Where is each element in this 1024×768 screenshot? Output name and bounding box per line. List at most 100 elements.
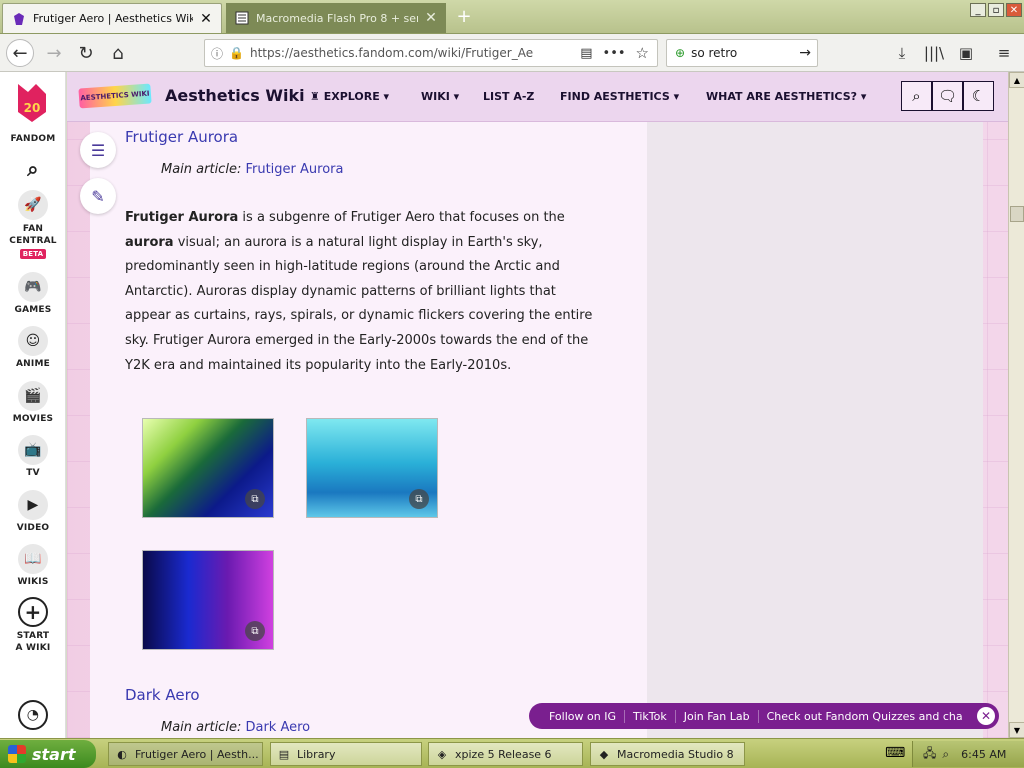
clock[interactable]: 6:45 AM (961, 748, 1006, 761)
close-promo-button[interactable]: ✕ (977, 707, 995, 725)
browser-icon: ◐ (117, 747, 127, 761)
scroll-thumb[interactable] (1010, 206, 1024, 222)
tab-frutiger-aero[interactable]: Frutiger Aero | Aesthetics Wiki | F ✕ (2, 3, 222, 33)
sidebar-item-anime[interactable]: ☺ ANIME (0, 326, 66, 369)
nav-what-are-aesthetics[interactable]: WHAT ARE AESTHETICS? ▾ (706, 90, 866, 103)
main-article-note: Main article: Dark Aero (161, 720, 310, 735)
plus-icon: + (18, 597, 48, 627)
nav-list-az[interactable]: LIST A-Z (483, 90, 534, 103)
search-input[interactable]: ⊕ so retro → (666, 39, 818, 67)
rocket-icon: 🚀 (18, 190, 48, 220)
wiki-logo[interactable]: AESTHETICS WIKI (78, 83, 152, 109)
sidebar-item-label: GAMES (14, 305, 52, 315)
wiki-search-button[interactable]: ⌕ (901, 81, 932, 111)
main-article-link[interactable]: Frutiger Aurora (245, 162, 343, 177)
sidebar-item-video[interactable]: ▶ VIDEO (0, 490, 66, 533)
gallery-image[interactable]: ⧉ (306, 418, 438, 518)
wiki-page: AESTHETICS WIKI Aesthetics Wiki ♜ EXPLOR… (67, 72, 1008, 738)
reader-view-icon[interactable]: ▤ (580, 46, 592, 61)
search-go-icon[interactable]: → (799, 45, 811, 61)
taskbar-item-macromedia[interactable]: ◆ Macromedia Studio 8 (590, 742, 745, 766)
main-article-prefix: Main article: (161, 162, 242, 177)
minimize-button[interactable]: _ (970, 3, 986, 17)
toc-button[interactable]: ☰ (80, 132, 116, 168)
close-tab-icon[interactable]: ✕ (199, 11, 213, 27)
start-label: start (32, 744, 76, 764)
page-favicon-icon (234, 10, 250, 26)
fandom-search-button[interactable]: ⌕ (0, 154, 66, 187)
nav-wiki[interactable]: WIKI ▾ (421, 90, 459, 103)
sidebar-item-fan-central[interactable]: 🚀 FAN CENTRAL BETA (0, 190, 66, 259)
main-article-note: Main article: Frutiger Aurora (161, 162, 343, 177)
close-window-button[interactable]: ✕ (1006, 3, 1022, 17)
page-actions-icon[interactable]: ••• (603, 46, 626, 61)
start-button[interactable]: start (0, 740, 96, 768)
sidebar-item-games[interactable]: 🎮 GAMES (0, 272, 66, 315)
gallery-image[interactable]: ⧉ (142, 418, 274, 518)
tab-macromedia[interactable]: Macromedia Flash Pro 8 + serial k ✕ (226, 3, 446, 33)
scroll-down-arrow[interactable]: ▼ (1009, 722, 1024, 738)
user-account-button[interactable]: ◔ (0, 700, 66, 733)
nav-toolbar: ← → ↻ ⌂ ⓘ 🔒 https://aesthetics.fandom.co… (0, 34, 1024, 72)
taskbar-item-library[interactable]: ▤ Library (270, 742, 422, 766)
promo-link-tiktok[interactable]: TikTok (625, 709, 676, 723)
nav-label: FIND AESTHETICS (560, 90, 670, 103)
windows-logo-icon (8, 745, 26, 763)
main-article-link[interactable]: Dark Aero (245, 720, 310, 735)
page-scrollbar[interactable]: ▲ ▼ (1008, 72, 1024, 738)
bold-term: aurora (125, 234, 174, 250)
sidebar-item-movies[interactable]: 🎬 MOVIES (0, 381, 66, 424)
sidebar-item-start-wiki[interactable]: + START A WIKI (0, 597, 66, 654)
expand-icon[interactable]: ⧉ (245, 489, 265, 509)
main-article-prefix: Main article: (161, 720, 242, 735)
taskbar-item-firefox[interactable]: ◐ Frutiger Aero | Aesth... (108, 742, 263, 766)
right-rail (647, 122, 983, 738)
network-icon[interactable]: 🖧 (923, 744, 936, 765)
expand-icon[interactable]: ⧉ (245, 621, 265, 641)
sidebar-item-wikis[interactable]: 📖 WIKIS (0, 544, 66, 587)
gallery-image[interactable]: ⧉ (142, 550, 274, 650)
fandom-sidebar: 20 FANDOM ⌕ 🚀 FAN CENTRAL BETA 🎮 GAMES ☺… (0, 72, 66, 738)
wiki-name[interactable]: Aesthetics Wiki (165, 86, 305, 105)
discussions-button[interactable]: 🗨 (932, 81, 963, 111)
bold-term: Frutiger Aurora (125, 210, 239, 225)
downloads-icon[interactable]: ⤓ (892, 43, 912, 63)
sidebar-item-tv[interactable]: 📺 TV (0, 435, 66, 478)
promo-link-quizzes[interactable]: Check out Fandom Quizzes and cha (759, 710, 971, 723)
menu-icon[interactable]: ≡ (994, 43, 1014, 63)
new-tab-button[interactable]: + (452, 6, 476, 27)
nav-label: EXPLORE (323, 90, 380, 103)
sidebar-toggle-icon[interactable]: ▣ (956, 43, 976, 63)
home-button[interactable]: ⌂ (104, 39, 132, 67)
address-bar[interactable]: ⓘ 🔒 https://aesthetics.fandom.com/wiki/F… (204, 39, 658, 67)
tv-icon: 📺 (18, 435, 48, 465)
search-icon: ⌕ (27, 157, 39, 181)
back-button[interactable]: ← (6, 39, 34, 67)
promo-link-fan-lab[interactable]: Join Fan Lab (676, 709, 759, 723)
keyboard-icon[interactable]: ⌨ (885, 745, 905, 761)
fandom-logo[interactable]: 20 (14, 80, 50, 124)
maximize-button[interactable]: ▫ (988, 3, 1004, 17)
reload-button[interactable]: ↻ (72, 39, 100, 67)
close-tab-icon[interactable]: ✕ (424, 10, 438, 26)
taskbar: start ◐ Frutiger Aero | Aesth... ▤ Libra… (0, 738, 1024, 768)
scroll-up-arrow[interactable]: ▲ (1009, 72, 1024, 88)
search-tray-icon[interactable]: ⌕ (942, 747, 949, 762)
anime-icon: ☺ (18, 326, 48, 356)
forward-button[interactable]: → (40, 39, 68, 67)
nav-explore[interactable]: ♜ EXPLORE ▾ (310, 90, 389, 103)
library-icon[interactable]: |||\ (924, 43, 944, 63)
discussions-icon: 🗨 (937, 87, 958, 105)
article-body: ☰ ✎ Frutiger Aurora Main article: Frutig… (80, 122, 647, 738)
url-text: https://aesthetics.fandom.com/wiki/Fruti… (249, 46, 534, 60)
edit-button[interactable]: ✎ (80, 178, 116, 214)
theme-toggle-button[interactable]: ☾ (963, 81, 994, 111)
promo-link-ig[interactable]: Follow on IG (541, 709, 625, 723)
expand-icon[interactable]: ⧉ (409, 489, 429, 509)
moon-icon: ☾ (971, 87, 986, 105)
nav-find-aesthetics[interactable]: FIND AESTHETICS ▾ (560, 90, 679, 103)
taskbar-item-xpize[interactable]: ◈ xpize 5 Release 6 (428, 742, 583, 766)
nav-label: WIKI (421, 90, 450, 103)
info-icon[interactable]: ⓘ (211, 45, 223, 62)
bookmark-star-icon[interactable]: ☆ (636, 44, 649, 62)
